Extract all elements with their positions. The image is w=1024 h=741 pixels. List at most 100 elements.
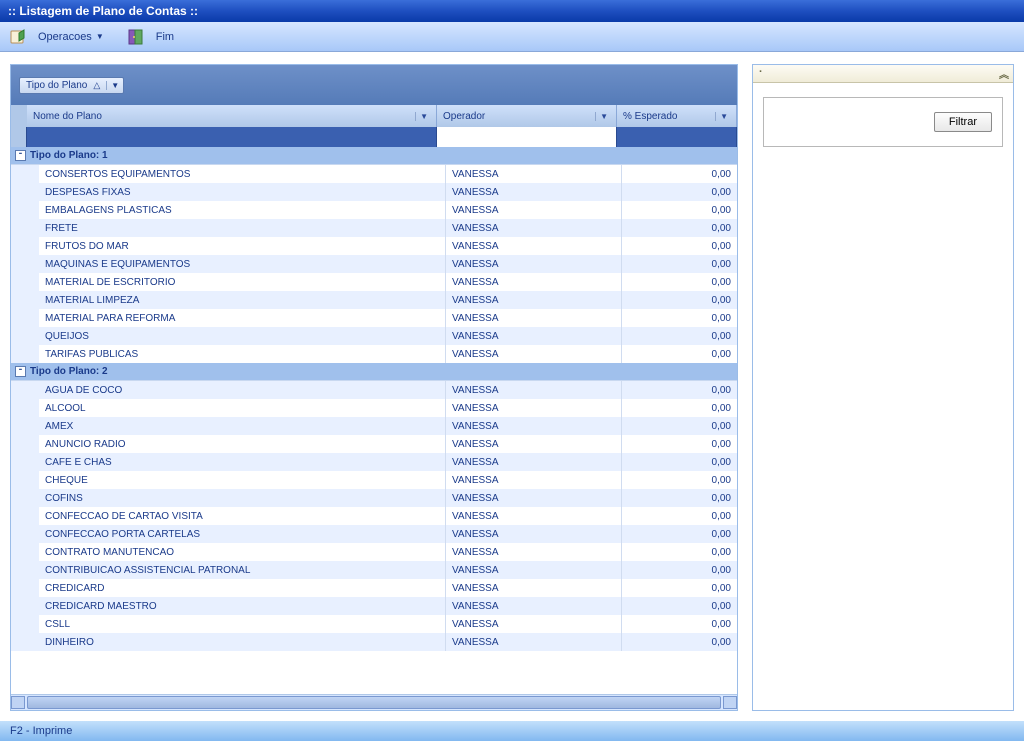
table-row[interactable]: CAFE E CHASVANESSA0,00 xyxy=(11,453,737,471)
table-row[interactable]: CONSERTOS EQUIPAMENTOSVANESSA0,00 xyxy=(11,165,737,183)
chevron-down-icon[interactable]: ▼ xyxy=(106,81,119,90)
expand-column-header xyxy=(11,105,27,127)
table-row[interactable]: DESPESAS FIXASVANESSA0,00 xyxy=(11,183,737,201)
cell-nome: CSLL xyxy=(39,615,445,633)
table-row[interactable]: FRETEVANESSA0,00 xyxy=(11,219,737,237)
group-header[interactable]: -Tipo do Plano: 1 xyxy=(11,147,737,165)
scroll-left-button[interactable] xyxy=(11,696,25,709)
cell-nome: FRUTOS DO MAR xyxy=(39,237,445,255)
filter-cell-operador[interactable] xyxy=(437,127,617,147)
table-row[interactable]: COFINSVANESSA0,00 xyxy=(11,489,737,507)
row-indent xyxy=(11,345,39,363)
table-row[interactable]: CHEQUEVANESSA0,00 xyxy=(11,471,737,489)
filter-row xyxy=(11,127,737,147)
table-row[interactable]: AGUA DE COCOVANESSA0,00 xyxy=(11,381,737,399)
collapse-group-icon[interactable]: - xyxy=(15,150,26,161)
cell-esperado: 0,00 xyxy=(621,201,737,219)
group-by-chip[interactable]: Tipo do Plano △ ▼ xyxy=(19,77,124,94)
horizontal-scrollbar[interactable] xyxy=(11,694,737,710)
statusbar-text: F2 - Imprime xyxy=(10,725,72,737)
table-row[interactable]: CREDICARD MAESTROVANESSA0,00 xyxy=(11,597,737,615)
chevron-down-icon[interactable]: ▼ xyxy=(415,112,430,121)
group-chip-label: Tipo do Plano xyxy=(26,80,87,91)
cell-nome: AGUA DE COCO xyxy=(39,381,445,399)
cell-operador: VANESSA xyxy=(445,165,621,183)
cell-operador: VANESSA xyxy=(445,435,621,453)
filtrar-button[interactable]: Filtrar xyxy=(934,112,992,132)
table-row[interactable]: CONFECCAO PORTA CARTELASVANESSA0,00 xyxy=(11,525,737,543)
column-header-operador[interactable]: Operador ▼ xyxy=(437,105,617,127)
grid-body[interactable]: -Tipo do Plano: 1CONSERTOS EQUIPAMENTOSV… xyxy=(11,147,737,694)
collapse-group-icon[interactable]: - xyxy=(15,366,26,377)
collapse-icon[interactable]: ︽ xyxy=(999,66,1007,81)
row-indent xyxy=(11,543,39,561)
cell-esperado: 0,00 xyxy=(621,399,737,417)
chevron-down-icon[interactable]: ▼ xyxy=(595,112,610,121)
cell-esperado: 0,00 xyxy=(621,255,737,273)
scroll-right-button[interactable] xyxy=(723,696,737,709)
cell-operador: VANESSA xyxy=(445,453,621,471)
row-indent xyxy=(11,507,39,525)
table-row[interactable]: EMBALAGENS PLASTICASVANESSA0,00 xyxy=(11,201,737,219)
table-row[interactable]: MATERIAL LIMPEZAVANESSA0,00 xyxy=(11,291,737,309)
table-row[interactable]: DINHEIROVANESSA0,00 xyxy=(11,633,737,651)
cell-operador: VANESSA xyxy=(445,381,621,399)
cell-esperado: 0,00 xyxy=(621,165,737,183)
cell-esperado: 0,00 xyxy=(621,273,737,291)
cell-esperado: 0,00 xyxy=(621,633,737,651)
table-row[interactable]: CONFECCAO DE CARTAO VISITAVANESSA0,00 xyxy=(11,507,737,525)
table-row[interactable]: CONTRIBUICAO ASSISTENCIAL PATRONALVANESS… xyxy=(11,561,737,579)
cell-operador: VANESSA xyxy=(445,183,621,201)
cell-nome: DINHEIRO xyxy=(39,633,445,651)
row-indent xyxy=(11,471,39,489)
operacoes-menu[interactable]: Operacoes ▼ xyxy=(34,29,108,45)
scroll-thumb[interactable] xyxy=(27,696,721,709)
chevron-down-icon[interactable]: ▼ xyxy=(715,112,730,121)
operations-icon[interactable] xyxy=(8,27,28,47)
group-by-bar[interactable]: Tipo do Plano △ ▼ xyxy=(11,65,737,105)
side-panel-header[interactable]: . ︽ xyxy=(753,65,1013,83)
cell-esperado: 0,00 xyxy=(621,453,737,471)
cell-esperado: 0,00 xyxy=(621,471,737,489)
table-row[interactable]: ALCOOLVANESSA0,00 xyxy=(11,399,737,417)
cell-esperado: 0,00 xyxy=(621,183,737,201)
table-row[interactable]: MAQUINAS E EQUIPAMENTOSVANESSA0,00 xyxy=(11,255,737,273)
cell-nome: EMBALAGENS PLASTICAS xyxy=(39,201,445,219)
table-row[interactable]: CONTRATO MANUTENCAOVANESSA0,00 xyxy=(11,543,737,561)
table-row[interactable]: ANUNCIO RADIOVANESSA0,00 xyxy=(11,435,737,453)
row-indent xyxy=(11,183,39,201)
table-row[interactable]: FRUTOS DO MARVANESSA0,00 xyxy=(11,237,737,255)
table-row[interactable]: AMEXVANESSA0,00 xyxy=(11,417,737,435)
table-row[interactable]: CREDICARDVANESSA0,00 xyxy=(11,579,737,597)
cell-nome: CREDICARD MAESTRO xyxy=(39,597,445,615)
table-row[interactable]: MATERIAL PARA REFORMAVANESSA0,00 xyxy=(11,309,737,327)
column-header-nome[interactable]: Nome do Plano ▼ xyxy=(27,105,437,127)
cell-nome: MAQUINAS E EQUIPAMENTOS xyxy=(39,255,445,273)
column-header-esperado[interactable]: % Esperado ▼ xyxy=(617,105,737,127)
cell-esperado: 0,00 xyxy=(621,219,737,237)
cell-operador: VANESSA xyxy=(445,237,621,255)
cell-nome: CHEQUE xyxy=(39,471,445,489)
filter-box: Filtrar xyxy=(763,97,1003,147)
cell-operador: VANESSA xyxy=(445,219,621,237)
exit-icon[interactable] xyxy=(126,27,146,47)
row-indent xyxy=(11,219,39,237)
cell-operador: VANESSA xyxy=(445,345,621,363)
cell-operador: VANESSA xyxy=(445,489,621,507)
cell-operador: VANESSA xyxy=(445,471,621,489)
table-row[interactable]: QUEIJOSVANESSA0,00 xyxy=(11,327,737,345)
cell-esperado: 0,00 xyxy=(621,345,737,363)
table-row[interactable]: CSLLVANESSA0,00 xyxy=(11,615,737,633)
row-indent xyxy=(11,399,39,417)
cell-esperado: 0,00 xyxy=(621,597,737,615)
filter-cell-esperado[interactable] xyxy=(617,127,737,147)
fim-button[interactable]: Fim xyxy=(152,29,178,45)
row-indent xyxy=(11,435,39,453)
table-row[interactable]: TARIFAS PUBLICASVANESSA0,00 xyxy=(11,345,737,363)
group-header[interactable]: -Tipo do Plano: 2 xyxy=(11,363,737,381)
row-indent xyxy=(11,489,39,507)
table-row[interactable]: MATERIAL DE ESCRITORIOVANESSA0,00 xyxy=(11,273,737,291)
cell-operador: VANESSA xyxy=(445,597,621,615)
filter-cell-nome[interactable] xyxy=(27,127,437,147)
cell-nome: DESPESAS FIXAS xyxy=(39,183,445,201)
